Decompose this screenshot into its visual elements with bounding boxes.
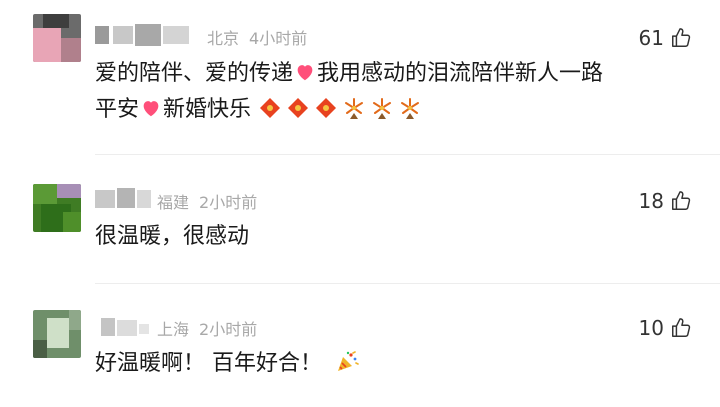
timestamp: 2小时前 [199, 193, 258, 212]
like-button[interactable]: 18 [639, 189, 692, 213]
fireworks-emoji [345, 98, 364, 119]
thumbs-up-icon [672, 318, 691, 337]
blurred-username[interactable] [95, 314, 155, 340]
divider [95, 154, 720, 155]
like-count: 61 [638, 26, 664, 50]
like-button[interactable]: 10 [639, 316, 692, 340]
comment-meta: 北京 4小时前 [207, 25, 317, 49]
comment-text: 很温暖，很感动 [95, 224, 250, 249]
fireworks-emoji [401, 98, 420, 119]
timestamp: 4小时前 [249, 29, 308, 48]
blurred-username[interactable] [95, 22, 195, 48]
location-label: 福建 [157, 193, 190, 212]
thumbs-up-icon [672, 191, 691, 210]
avatar[interactable] [33, 184, 81, 232]
red-diamond-emoji [260, 98, 281, 118]
blurred-avatar-image [33, 184, 81, 232]
thumbs-up-icon [672, 28, 691, 47]
like-button[interactable]: 61 [639, 26, 692, 50]
comment-meta: 上海 2小时前 [157, 316, 267, 340]
comment-text: 好温暖啊！ 百年好合！ [95, 346, 695, 382]
pink-heart-emoji [297, 65, 313, 81]
like-count: 10 [638, 316, 664, 340]
avatar[interactable] [33, 14, 81, 62]
timestamp: 2小时前 [199, 320, 258, 339]
divider [95, 283, 720, 284]
party-popper-emoji [338, 351, 359, 371]
red-diamond-emoji [316, 98, 337, 118]
comment-text: 爱的陪伴、爱的传递 我用感动的泪流陪伴新人一路 平安 新婚快乐 [95, 61, 604, 122]
blurred-avatar-image [33, 14, 81, 62]
location-label: 上海 [157, 320, 190, 339]
blurred-avatar-image [33, 310, 81, 358]
fireworks-emoji [373, 98, 392, 119]
blurred-username[interactable] [95, 186, 155, 212]
location-label: 北京 [207, 29, 240, 48]
avatar[interactable] [33, 310, 81, 358]
comment-meta: 福建 2小时前 [157, 189, 267, 213]
pink-heart-emoji [143, 101, 159, 117]
like-count: 18 [638, 189, 664, 213]
red-diamond-emoji [288, 98, 309, 118]
